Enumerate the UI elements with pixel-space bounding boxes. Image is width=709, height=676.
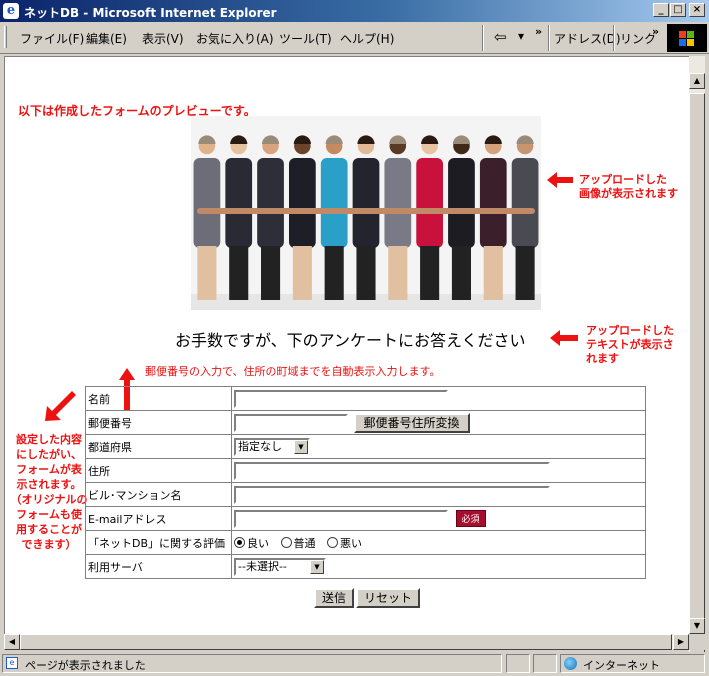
form-settings-note: 設定した内容 にしたがい、 フォームが表 示されます。 （オリジナルの フォーム… (10, 433, 88, 551)
address-input[interactable] (234, 461, 550, 480)
name-input[interactable] (234, 389, 448, 408)
horizontal-scroll-thumb[interactable] (20, 634, 672, 650)
name-cell (231, 386, 646, 411)
rating-normal-label: 普通 (293, 536, 316, 550)
menu-bar: ファイル(F) 編集(E) 表示(V) お気に入り(A) ツール(T) ヘルプ(… (0, 22, 709, 54)
links-more-icon[interactable]: » (652, 25, 659, 38)
scroll-right-icon[interactable]: ▶ (673, 634, 689, 650)
building-input[interactable] (234, 485, 550, 504)
maximize-button[interactable]: □ (670, 3, 686, 17)
vertical-scroll-thumb[interactable] (689, 93, 705, 653)
rating-label: 「ネットDB」に関する評価 (85, 530, 232, 555)
table-row: 郵便番号 郵便番号住所変換 (85, 410, 646, 435)
scroll-down-icon[interactable]: ▼ (689, 618, 705, 634)
menu-grip (4, 26, 7, 48)
building-label: ビル･マンション名 (85, 482, 232, 507)
window-title: ネットDB - Microsoft Internet Explorer (24, 6, 277, 20)
rating-good-label: 良い (247, 536, 269, 550)
toolbar-separator (482, 25, 484, 51)
page-icon: e (6, 657, 18, 669)
prefecture-value: 指定なし (238, 439, 282, 453)
rating-cell: 良い 普通 悪い (231, 530, 646, 555)
menu-help[interactable]: ヘルプ(H) (340, 30, 394, 47)
close-button[interactable]: × (689, 3, 705, 17)
building-cell (231, 482, 646, 507)
menu-favorites[interactable]: お気に入り(A) (196, 30, 274, 47)
submit-button[interactable]: 送信 (314, 588, 355, 608)
email-input[interactable] (234, 509, 448, 528)
prefecture-select[interactable]: 指定なし ▼ (234, 437, 310, 456)
horizontal-scrollbar[interactable]: ◀ ▶ (4, 634, 689, 650)
minimize-button[interactable]: _ (653, 3, 669, 17)
zip-label: 郵便番号 (85, 410, 232, 435)
left-note-arrow-icon (45, 391, 76, 421)
status-message-pane: e ページが表示されました (2, 654, 502, 673)
photo-caption: アップロードした 画像が表示されます (579, 173, 678, 200)
server-value: --未選択-- (238, 559, 287, 573)
scrollbar-corner (689, 634, 705, 650)
table-row: 「ネットDB」に関する評価 良い 普通 悪い (85, 530, 646, 555)
chevron-down-icon[interactable]: ▼ (310, 559, 324, 574)
chevron-down-icon[interactable]: ▼ (294, 439, 308, 454)
toolbar-more-icon[interactable]: » (535, 25, 542, 38)
address-cell (231, 458, 646, 483)
prefecture-cell: 指定なし ▼ (231, 434, 646, 459)
server-label: 利用サーバ (85, 554, 232, 579)
table-row: 都道府県 指定なし ▼ (85, 434, 646, 459)
table-row: 利用サーバ --未選択-- ▼ (85, 554, 646, 579)
prefecture-label: 都道府県 (85, 434, 232, 459)
zone-pane: インターネット (560, 654, 705, 673)
menu-tools[interactable]: ツール(T) (279, 30, 332, 47)
zip-autofill-note: 郵便番号の入力で、住所の町域までを自動表示入力します。 (145, 365, 441, 378)
rating-bad-radio[interactable] (327, 537, 338, 548)
zip-convert-button[interactable]: 郵便番号住所変換 (353, 412, 470, 433)
reset-button[interactable]: リセット (356, 588, 421, 608)
table-row: 名前 (85, 386, 646, 411)
back-dropdown-icon[interactable]: ▾ (518, 29, 524, 43)
status-pane (533, 654, 557, 673)
toolbar-separator (613, 25, 615, 51)
zip-input[interactable] (234, 413, 348, 432)
scroll-left-icon[interactable]: ◀ (4, 634, 20, 650)
status-pane (506, 654, 530, 673)
vertical-scrollbar[interactable]: ▲ ▼ (689, 56, 705, 653)
survey-form-table: 名前 郵便番号 郵便番号住所変換 都道府県 指定なし ▼ 住所 ビル･マンション… (85, 386, 646, 579)
rating-normal-radio[interactable] (280, 537, 292, 548)
title-bar: e ネットDB - Microsoft Internet Explorer _ … (0, 0, 709, 22)
rating-good-radio[interactable] (234, 537, 245, 548)
zone-label: インターネット (583, 659, 660, 672)
table-row: E-mailアドレス 必須 (85, 506, 646, 531)
email-cell: 必須 (231, 506, 646, 531)
name-label: 名前 (85, 386, 232, 411)
status-message: ページが表示されました (25, 659, 146, 672)
server-select[interactable]: --未選択-- ▼ (234, 557, 326, 576)
zip-cell: 郵便番号住所変換 (231, 410, 646, 435)
back-icon[interactable]: ⇦ (494, 28, 507, 46)
table-row: 住所 (85, 458, 646, 483)
links-label[interactable]: リンク (620, 30, 656, 47)
scroll-up-icon[interactable]: ▲ (689, 73, 705, 89)
address-label[interactable]: アドレス(D) (554, 30, 621, 47)
status-bar: e ページが表示されました インターネット (0, 652, 709, 676)
toolbar-separator (548, 25, 550, 51)
photo-arrow-icon (547, 172, 573, 188)
address-label: 住所 (85, 458, 232, 483)
ie-icon[interactable]: e (3, 3, 19, 19)
people-photo-graphic (191, 116, 541, 310)
globe-icon (564, 657, 577, 670)
server-cell: --未選択-- ▼ (231, 554, 646, 579)
email-label: E-mailアドレス (85, 506, 232, 531)
table-row: ビル･マンション名 (85, 482, 646, 507)
menu-view[interactable]: 表示(V) (142, 30, 184, 47)
survey-heading: お手数ですが、下のアンケートにお答えください (175, 331, 526, 350)
rating-bad-label: 悪い (340, 536, 362, 550)
uploaded-image (191, 116, 541, 310)
text-arrow-icon (550, 330, 578, 346)
menu-edit[interactable]: 編集(E) (86, 30, 127, 47)
required-badge: 必須 (455, 510, 486, 527)
menu-file[interactable]: ファイル(F) (20, 30, 84, 47)
windows-logo-icon (667, 24, 707, 52)
text-caption: アップロードした テキストが表示さ れます (586, 324, 674, 365)
